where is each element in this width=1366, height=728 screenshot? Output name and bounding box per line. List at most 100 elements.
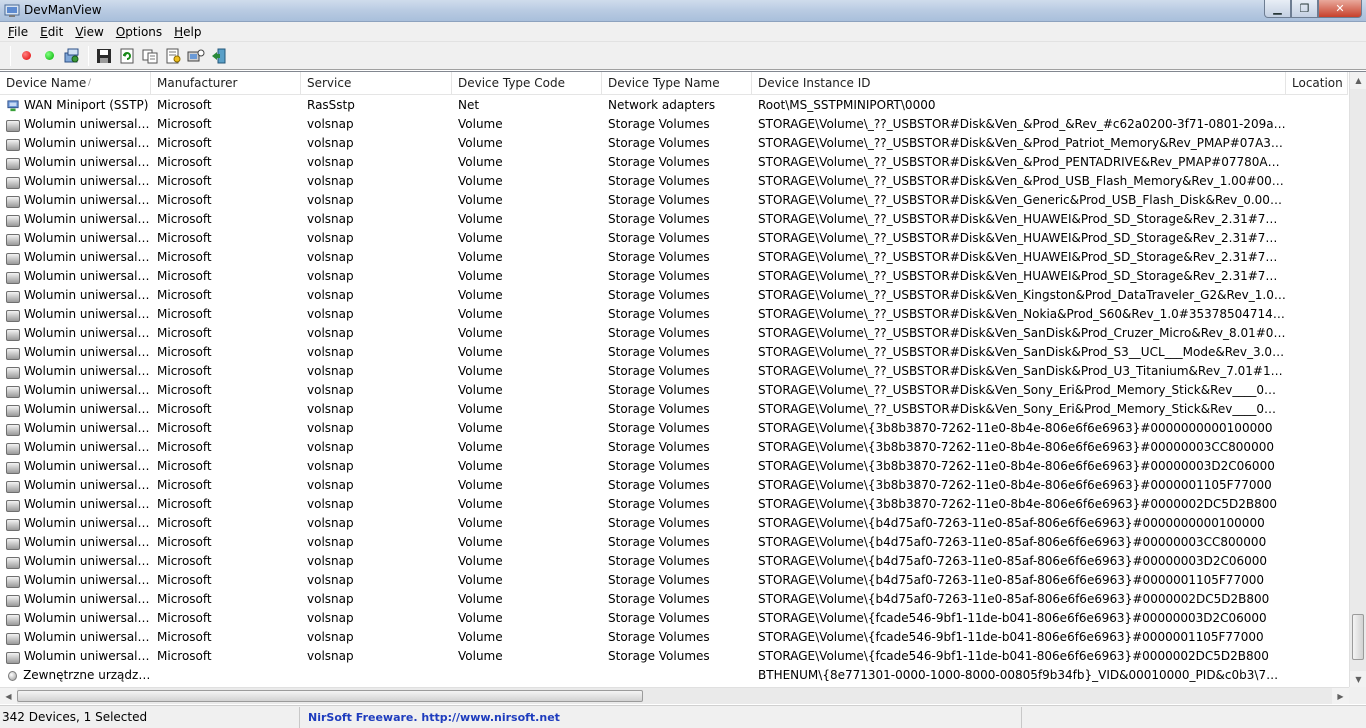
table-row[interactable]: Zewnętrzne urządzeni... BTHENUM\{8e771301…: [0, 666, 1348, 685]
table-row[interactable]: Wolumin uniwersalny Microsoft volsnap Volum…: [0, 457, 1348, 476]
table-row[interactable]: Wolumin uniwersalny Microsoft volsnap Volum…: [0, 248, 1348, 267]
table-row[interactable]: Wolumin uniwersalny Microsoft volsnap Volum…: [0, 419, 1348, 438]
cell-device-type-name: Storage Volumes: [608, 250, 710, 264]
scroll-down-arrow-icon[interactable]: ▼: [1350, 671, 1366, 688]
table-row[interactable]: Wolumin uniwersalny Microsoft volsnap Volum…: [0, 286, 1348, 305]
vertical-scrollbar[interactable]: ▲ ▼: [1349, 72, 1366, 688]
column-device-type-name[interactable]: Device Type Name: [602, 72, 752, 95]
table-row[interactable]: Wolumin uniwersalny Microsoft volsnap Volum…: [0, 571, 1348, 590]
scrollbar-corner: [1349, 687, 1366, 704]
table-row[interactable]: Wolumin uniwersalny Microsoft volsnap Volum…: [0, 609, 1348, 628]
vertical-scroll-thumb[interactable]: [1352, 614, 1364, 660]
cell-device-type-code: Volume: [458, 383, 503, 397]
cell-manufacturer: Microsoft: [157, 402, 212, 416]
cell-device-type-name: Storage Volumes: [608, 307, 710, 321]
column-device-instance-id[interactable]: Device Instance ID: [752, 72, 1286, 95]
cell-device-type-code: Volume: [458, 136, 503, 150]
cell-device-type-code: Volume: [458, 649, 503, 663]
column-service[interactable]: Service: [301, 72, 452, 95]
table-row[interactable]: Wolumin uniwersalny Microsoft volsnap Volum…: [0, 400, 1348, 419]
menu-edit[interactable]: Edit: [34, 25, 69, 39]
cell-location: [1286, 609, 1348, 628]
save-icon: [97, 48, 111, 63]
cell-location: [1286, 362, 1348, 381]
cell-device-type-name: Storage Volumes: [608, 136, 710, 150]
advanced-options-icon: [187, 49, 205, 61]
table-row[interactable]: Wolumin uniwersalny Microsoft volsnap Volum…: [0, 210, 1348, 229]
table-row[interactable]: Wolumin uniwersalny Microsoft volsnap Volum…: [0, 438, 1348, 457]
table-row[interactable]: WAN Miniport (SSTP) Microsoft RasSstp Net Ne…: [0, 96, 1348, 115]
table-row[interactable]: Wolumin uniwersalny Microsoft volsnap Volum…: [0, 191, 1348, 210]
table-row[interactable]: Wolumin uniwersalny Microsoft volsnap Volum…: [0, 628, 1348, 647]
device-name-text: Wolumin uniwersalny: [24, 250, 151, 264]
window-controls: ▁ ❐ ✕: [1264, 0, 1362, 18]
cell-device-type-name: Storage Volumes: [608, 402, 710, 416]
properties-button[interactable]: [61, 45, 83, 67]
table-row[interactable]: Wolumin uniwersalny Microsoft volsnap Volum…: [0, 134, 1348, 153]
cell-device-instance-id: STORAGE\Volume\{3b8b3870-7262-11e0-8b4e-…: [758, 440, 1274, 454]
table-row[interactable]: Wolumin uniwersalny Microsoft volsnap Volum…: [0, 647, 1348, 666]
disable-device-button[interactable]: [15, 45, 37, 67]
cell-device-type-code: Net: [458, 98, 480, 112]
enable-device-button[interactable]: [38, 45, 60, 67]
device-name-text: Wolumin uniwersalny: [24, 345, 151, 359]
horizontal-scroll-thumb[interactable]: [17, 690, 643, 702]
table-row[interactable]: Wolumin uniwersalny Microsoft volsnap Volum…: [0, 267, 1348, 286]
table-row[interactable]: Wolumin uniwersalny Microsoft volsnap Volum…: [0, 115, 1348, 134]
save-button[interactable]: [93, 45, 115, 67]
table-row[interactable]: Wolumin uniwersalny Microsoft volsnap Volum…: [0, 514, 1348, 533]
cell-device-instance-id: STORAGE\Volume\{3b8b3870-7262-11e0-8b4e-…: [758, 478, 1272, 492]
table-row[interactable]: Wolumin uniwersalny Microsoft volsnap Volum…: [0, 590, 1348, 609]
column-device-type-code[interactable]: Device Type Code: [452, 72, 602, 95]
cell-location: [1286, 134, 1348, 153]
table-row[interactable]: Wolumin uniwersalny Microsoft volsnap Volum…: [0, 381, 1348, 400]
table-row[interactable]: Wolumin uniwersalny Microsoft volsnap Volum…: [0, 476, 1348, 495]
nirsoft-link[interactable]: NirSoft Freeware. http://www.nirsoft.net: [300, 706, 1022, 728]
advanced-options-button[interactable]: [185, 45, 207, 67]
minimize-button[interactable]: ▁: [1264, 0, 1291, 18]
menu-help[interactable]: Help: [168, 25, 207, 39]
table-row[interactable]: Wolumin uniwersalny Microsoft volsnap Volum…: [0, 362, 1348, 381]
table-row[interactable]: Wolumin uniwersalny Microsoft volsnap Volum…: [0, 552, 1348, 571]
cell-device-type-code: Volume: [458, 326, 503, 340]
table-row[interactable]: Wolumin uniwersalny Microsoft volsnap Volum…: [0, 533, 1348, 552]
close-button[interactable]: ✕: [1318, 0, 1362, 18]
volume-icon: [6, 215, 20, 227]
column-manufacturer[interactable]: Manufacturer: [151, 72, 301, 95]
table-row[interactable]: Wolumin uniwersalny Microsoft volsnap Volum…: [0, 172, 1348, 191]
device-name-text: Wolumin uniwersalny: [24, 288, 151, 302]
copy-button[interactable]: [139, 45, 161, 67]
menu-view[interactable]: View: [69, 25, 109, 39]
horizontal-scrollbar[interactable]: ◀ ▶: [0, 687, 1349, 704]
table-row[interactable]: Wolumin uniwersalny Microsoft volsnap Volum…: [0, 153, 1348, 172]
scroll-left-arrow-icon[interactable]: ◀: [0, 688, 17, 704]
volume-icon: [6, 443, 20, 455]
volume-icon: [6, 329, 20, 341]
table-row[interactable]: Wolumin uniwersalny Microsoft volsnap Volum…: [0, 324, 1348, 343]
refresh-button[interactable]: [116, 45, 138, 67]
column-location[interactable]: Location: [1286, 72, 1348, 95]
html-report-button[interactable]: [162, 45, 184, 67]
scroll-right-arrow-icon[interactable]: ▶: [1332, 688, 1349, 704]
menu-options[interactable]: Options: [110, 25, 168, 39]
table-row[interactable]: Wolumin uniwersalny Microsoft volsnap Volum…: [0, 343, 1348, 362]
table-row[interactable]: Wolumin uniwersalny Microsoft volsnap Volum…: [0, 495, 1348, 514]
table-row[interactable]: Wolumin uniwersalny Microsoft volsnap Volum…: [0, 229, 1348, 248]
cell-location: [1286, 191, 1348, 210]
scroll-up-arrow-icon[interactable]: ▲: [1350, 72, 1366, 89]
column-device-name[interactable]: Device Name /: [0, 72, 151, 95]
menu-file[interactable]: File: [2, 25, 34, 39]
volume-icon: [6, 139, 20, 151]
volume-icon: [6, 576, 20, 588]
cell-manufacturer: Microsoft: [157, 155, 212, 169]
device-list[interactable]: Device Name / Manufacturer Service Devic…: [0, 71, 1366, 704]
volume-icon: [6, 177, 20, 189]
maximize-button[interactable]: ❐: [1291, 0, 1318, 18]
device-name-text: Wolumin uniwersalny: [24, 326, 151, 340]
table-row[interactable]: Wolumin uniwersalny Microsoft volsnap Volum…: [0, 305, 1348, 324]
cell-device-name: Wolumin uniwersalny: [0, 172, 151, 191]
volume-icon: [6, 367, 20, 379]
cell-device-type-code: Volume: [458, 611, 503, 625]
exit-button[interactable]: [208, 45, 230, 67]
html-report-icon: [166, 48, 181, 63]
